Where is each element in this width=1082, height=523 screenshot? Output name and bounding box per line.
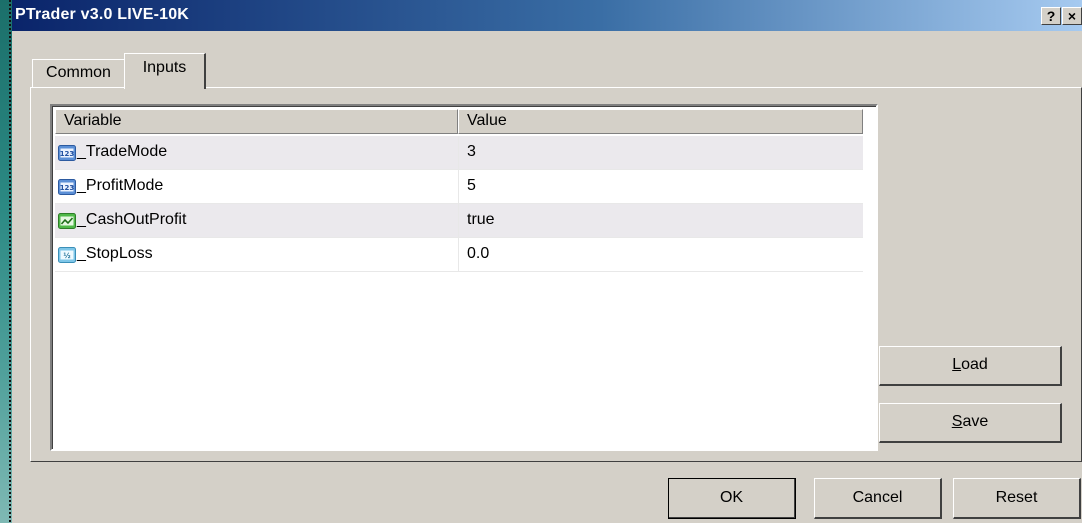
column-divider (458, 238, 459, 272)
inputs-table[interactable]: Variable Value 123 _TradeMode 3 123 _Pro… (50, 104, 878, 451)
cancel-button[interactable]: Cancel (814, 478, 942, 519)
inputs-table-body: Variable Value 123 _TradeMode 3 123 _Pro… (52, 106, 876, 449)
save-accelerator: S (951, 413, 963, 430)
load-accelerator: L (952, 356, 962, 373)
column-divider (458, 136, 459, 170)
load-button[interactable]: Load (879, 346, 1062, 386)
svg-text:123: 123 (60, 150, 75, 158)
reset-button[interactable]: Reset (953, 478, 1081, 519)
variable-name: _StopLoss (77, 245, 153, 262)
svg-text:½: ½ (63, 252, 70, 260)
integer-123-icon: 123 (58, 179, 76, 195)
integer-123-icon: 123 (58, 145, 76, 161)
table-row[interactable]: ½ _StopLoss 0.0 (55, 238, 863, 272)
table-row[interactable]: 123 _ProfitMode 5 (55, 170, 863, 204)
variable-name: _TradeMode (77, 143, 168, 160)
window-title: PTrader v3.0 LIVE-10K (15, 6, 190, 23)
table-row[interactable]: 123 _TradeMode 3 (55, 136, 863, 170)
variable-value[interactable]: 5 (467, 177, 476, 195)
boolean-chart-icon (58, 213, 76, 229)
help-button[interactable]: ? (1041, 7, 1061, 25)
tab-common[interactable]: Common (32, 59, 125, 87)
save-button[interactable]: Save (879, 403, 1062, 443)
variable-name: _CashOutProfit (77, 211, 187, 228)
title-bar[interactable]: PTrader v3.0 LIVE-10K ? × (12, 0, 1082, 31)
load-label: oad (961, 356, 988, 373)
dotted-edge (9, 0, 11, 523)
double-half-icon: ½ (58, 247, 76, 263)
column-header-variable[interactable]: Variable (55, 109, 458, 134)
tab-inputs[interactable]: Inputs (124, 53, 206, 89)
variable-name: _ProfitMode (77, 177, 164, 194)
svg-text:123: 123 (60, 184, 75, 192)
column-divider (458, 204, 459, 238)
table-row[interactable]: _CashOutProfit true (55, 204, 863, 238)
column-header-value[interactable]: Value (458, 109, 863, 134)
variable-value[interactable]: 0.0 (467, 245, 489, 263)
column-divider (458, 170, 459, 204)
row-divider (55, 271, 863, 272)
save-label: ave (962, 413, 989, 430)
close-button[interactable]: × (1062, 7, 1082, 25)
variable-value[interactable]: 3 (467, 143, 476, 161)
variable-value[interactable]: true (467, 211, 495, 229)
ok-button[interactable]: OK (668, 478, 796, 519)
expert-properties-dialog: PTrader v3.0 LIVE-10K ? × Common Inputs … (12, 0, 1082, 523)
